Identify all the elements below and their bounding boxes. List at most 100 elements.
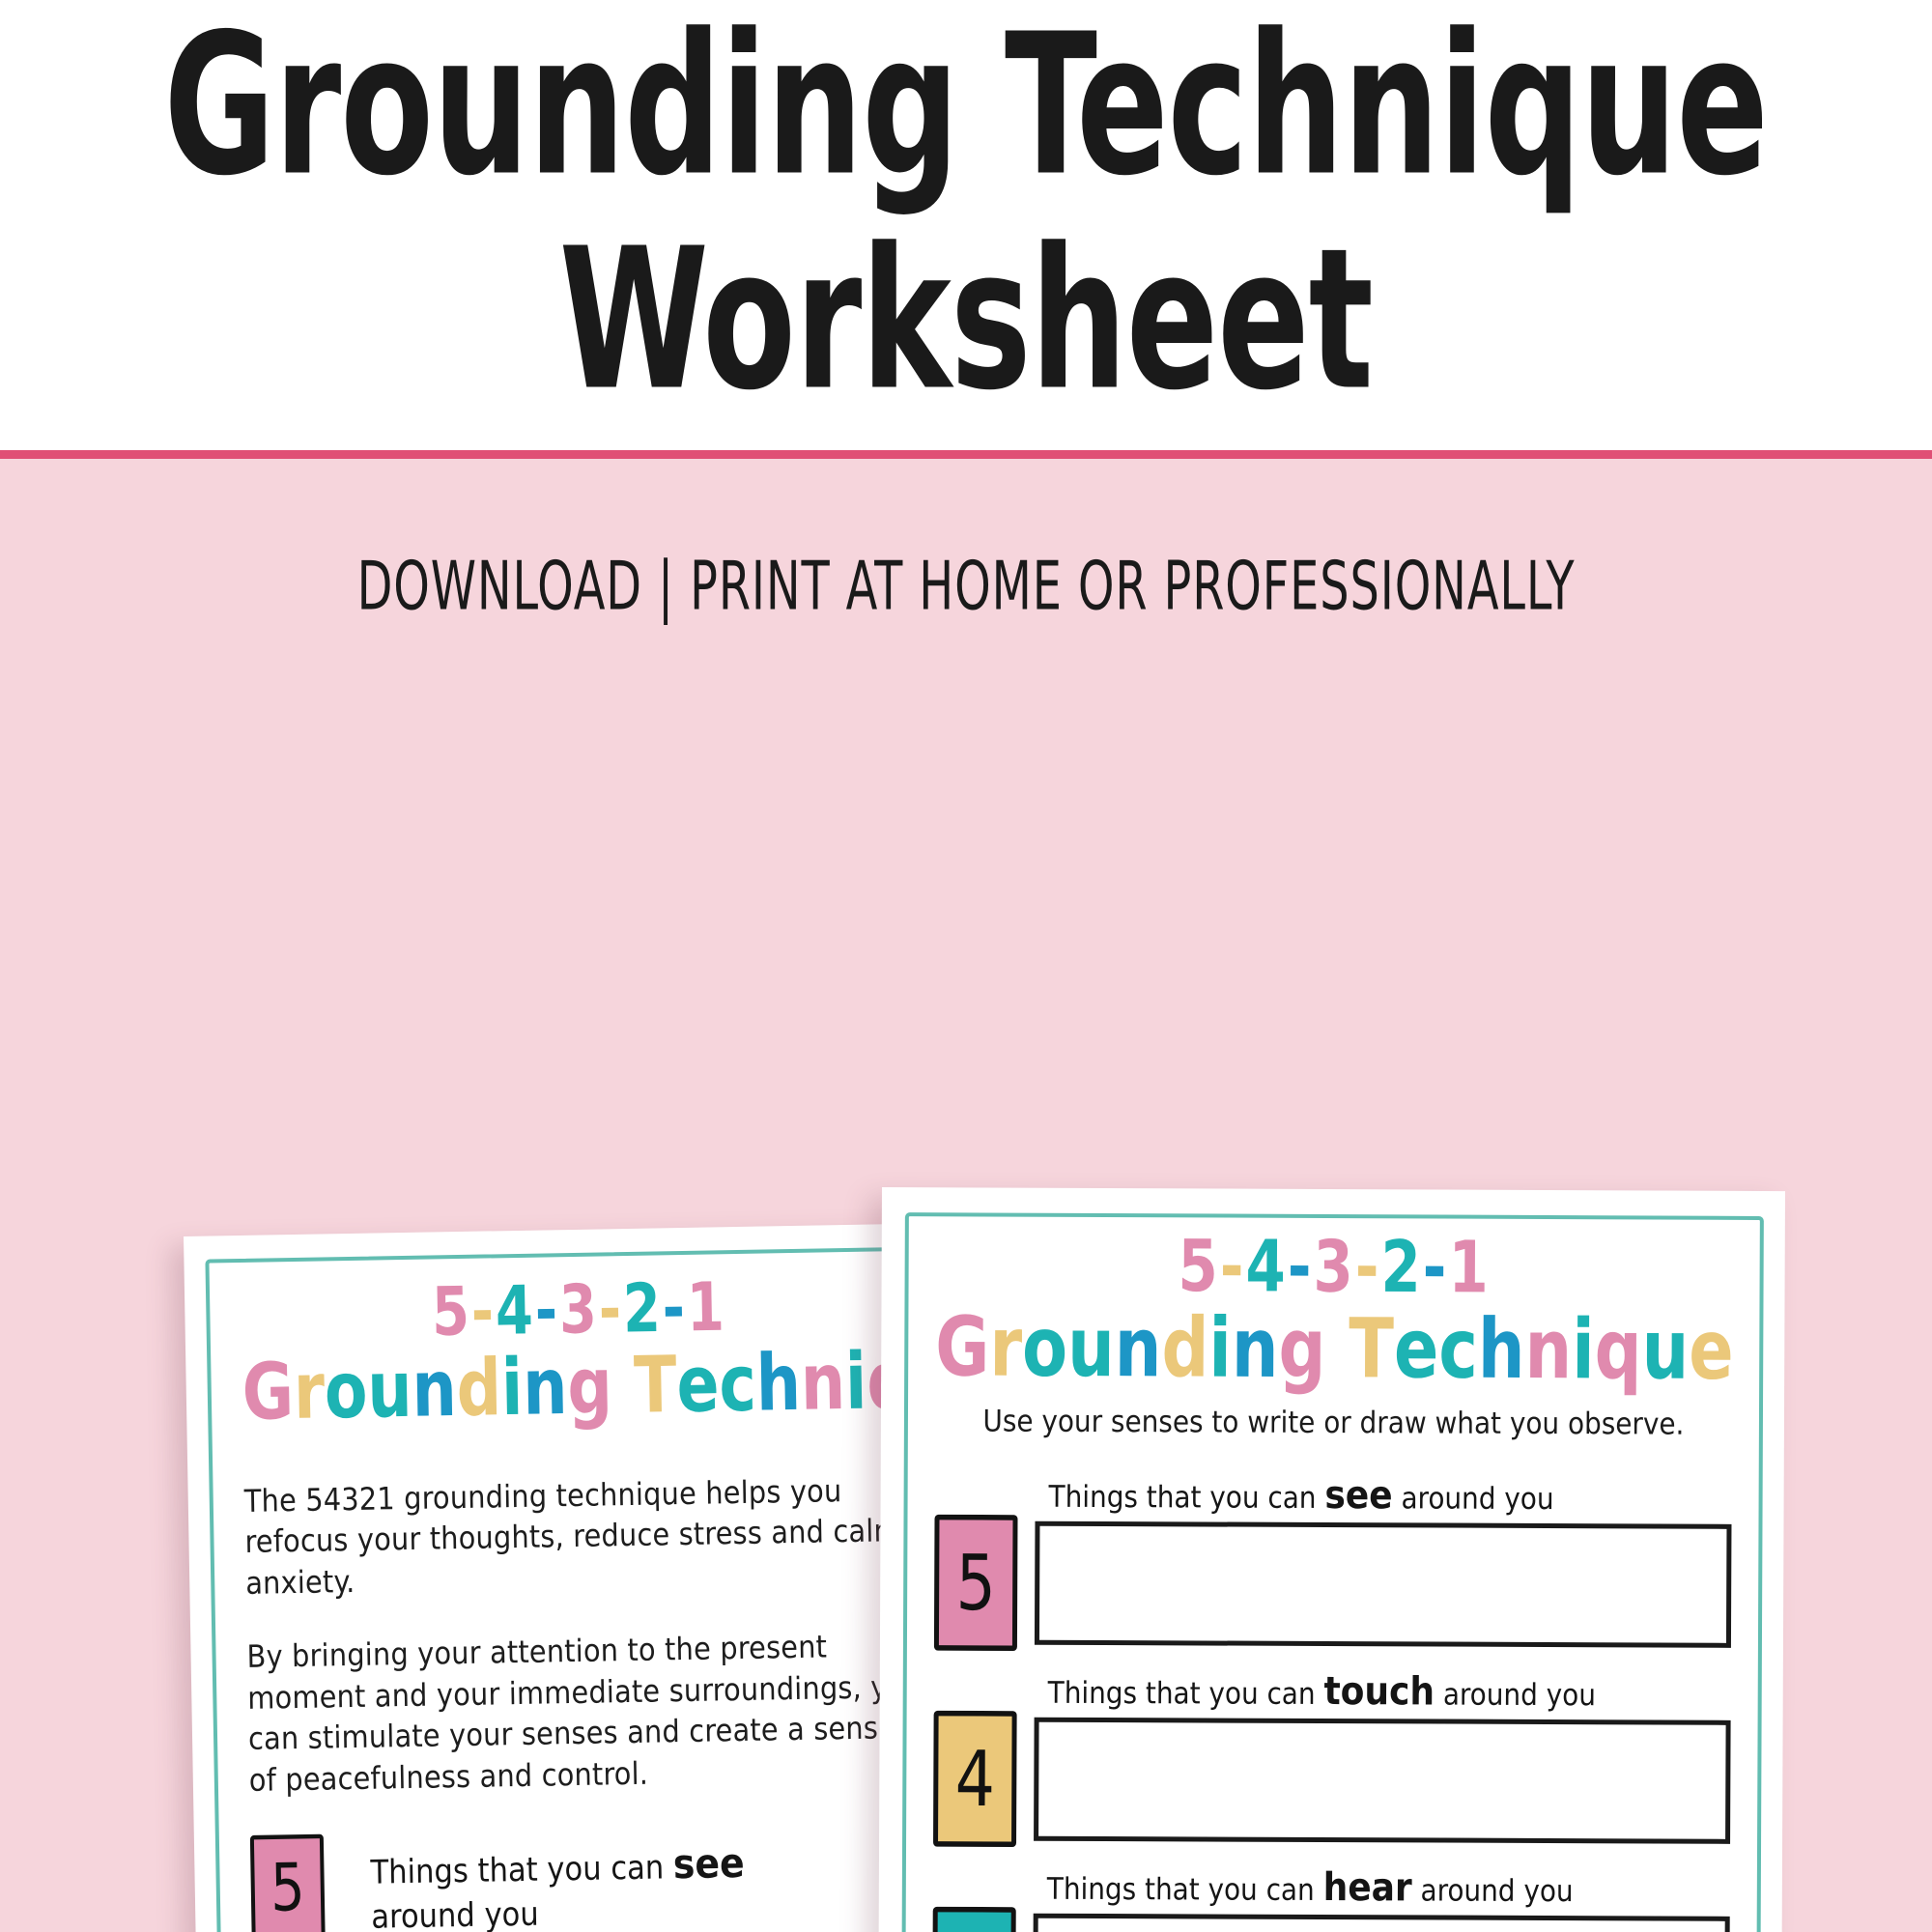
front-subtitle: Use your senses to write or draw what yo… xyxy=(982,1404,1685,1442)
front-sense-label-suffix: around you xyxy=(1411,1873,1574,1910)
front-title-letter-glyph: T xyxy=(1349,1299,1395,1397)
back-sense-label-suffix: around you xyxy=(370,1894,540,1932)
front-title-number-glyph: 4 xyxy=(1245,1224,1289,1309)
back-title-letter-glyph: o xyxy=(324,1344,369,1436)
back-title-letter-glyph: i xyxy=(844,1335,868,1427)
front-sense-label-prefix: Things that you can xyxy=(1047,1675,1324,1713)
back-sense-label-sense-word: see xyxy=(672,1838,746,1888)
front-title-letter-glyph: u xyxy=(1066,1298,1116,1396)
back-sense-row: 5 Things that you can see around you xyxy=(249,1828,928,1932)
worksheet-preview-back[interactable]: 5-4-3-2-1 Grounding Technique The 54321 … xyxy=(184,1223,999,1932)
back-title-letter-glyph: d xyxy=(455,1342,502,1435)
front-answer-field[interactable] xyxy=(1034,1520,1732,1648)
front-title-letter-glyph: n xyxy=(1114,1298,1162,1396)
back-title-letter-glyph: r xyxy=(293,1345,326,1436)
front-sense-label-prefix: Things that you can xyxy=(1046,1871,1323,1909)
front-sense-label: Things that you can hear around you xyxy=(1047,1864,1730,1912)
front-number-chip: 5 xyxy=(933,1514,1018,1652)
front-sense-row: Things that you can see around you 5 xyxy=(933,1471,1732,1652)
front-title-number-glyph: 2 xyxy=(1380,1225,1423,1310)
front-sense-row: Things that you can hear around you 3 xyxy=(932,1863,1730,1932)
back-title-letter-glyph xyxy=(611,1344,635,1428)
front-sense-label: Things that you can see around you xyxy=(1049,1472,1732,1520)
front-answer-field[interactable] xyxy=(1034,1717,1731,1844)
back-number-chip: 5 xyxy=(249,1833,326,1932)
front-title-letter-glyph: i xyxy=(1572,1300,1595,1398)
back-title-letter-glyph: h xyxy=(754,1336,802,1429)
front-title-letter-glyph: o xyxy=(1021,1298,1068,1396)
promo-text: DOWNLOAD | PRINT AT HOME OR PROFESSIONAL… xyxy=(356,546,1576,626)
front-title-number-glyph: - xyxy=(1354,1225,1381,1309)
front-title-number-glyph: - xyxy=(1422,1225,1449,1310)
front-title-letter-glyph: e xyxy=(1393,1299,1439,1397)
back-title-letter-glyph: e xyxy=(675,1338,721,1431)
front-title-letter-glyph: g xyxy=(1278,1299,1326,1397)
front-title-letter-glyph: c xyxy=(1438,1300,1479,1397)
front-sense-label: Things that you can touch around you xyxy=(1048,1668,1731,1716)
worksheet-preview-front[interactable]: 5-4-3-2-1 Grounding Technique Use your s… xyxy=(876,1187,1785,1932)
back-title-number-glyph: - xyxy=(598,1268,624,1349)
back-title-letter-glyph: n xyxy=(800,1335,846,1428)
back-title-number-glyph: - xyxy=(662,1267,688,1348)
front-title-letter-glyph: n xyxy=(1231,1299,1279,1397)
front-title-number-glyph: 3 xyxy=(1313,1225,1355,1309)
back-sense-list: 5Things that you can see around you4Thin… xyxy=(249,1828,938,1932)
front-title-letter-glyph: q xyxy=(1594,1300,1642,1398)
front-sense-label-prefix: Things that you can xyxy=(1048,1479,1325,1517)
promo-band: DOWNLOAD | PRINT AT HOME OR PROFESSIONAL… xyxy=(0,459,1932,1932)
header-band: Grounding Technique Worksheet xyxy=(0,0,1932,454)
page-title-line-1: Grounding Technique xyxy=(163,0,1769,219)
front-sense-label-suffix: around you xyxy=(1434,1677,1597,1714)
front-title-numbers: 5-4-3-2-1 xyxy=(935,1224,1732,1310)
front-title-letter-glyph xyxy=(1325,1304,1349,1393)
front-number-chip: 3 xyxy=(932,1906,1016,1932)
front-title-letter-glyph: h xyxy=(1477,1300,1525,1398)
back-title-letter-glyph: i xyxy=(500,1341,525,1434)
back-title-number-glyph: 2 xyxy=(622,1267,664,1349)
back-title-number-glyph: 5 xyxy=(431,1271,472,1351)
back-title-letter-glyph: n xyxy=(522,1340,569,1433)
front-sense-row-body: 3 xyxy=(932,1906,1730,1932)
front-number-chip: 4 xyxy=(933,1710,1017,1848)
back-title-number-glyph: 3 xyxy=(558,1269,600,1350)
front-sense-label-sense-word: touch xyxy=(1323,1669,1435,1715)
back-title-letter-glyph: g xyxy=(566,1340,613,1433)
back-title-letter-glyph: c xyxy=(718,1337,757,1430)
front-title-letter-glyph: d xyxy=(1161,1298,1209,1396)
back-title-words: Grounding Technique xyxy=(241,1333,999,1437)
back-intro-paragraph: By bringing your attention to the presen… xyxy=(246,1628,923,1799)
front-sense-label-suffix: around you xyxy=(1392,1481,1554,1518)
front-sense-row: Things that you can touch around you 4 xyxy=(933,1667,1731,1848)
divider-rule xyxy=(0,450,1932,459)
back-title-letter-glyph: G xyxy=(241,1345,295,1437)
page-title-line-2: Worksheet xyxy=(558,205,1374,434)
front-title-number-glyph: - xyxy=(1287,1225,1314,1309)
back-intro-paragraph: The 54321 grounding technique helps you … xyxy=(243,1471,902,1602)
back-title-letter-glyph: u xyxy=(366,1343,413,1435)
front-title-number-glyph: 1 xyxy=(1448,1225,1491,1310)
front-title-letter-glyph: G xyxy=(935,1297,990,1395)
front-title-words: Grounding Technique xyxy=(935,1297,1734,1399)
front-answer-field[interactable] xyxy=(1033,1913,1730,1932)
front-title-letter-glyph: u xyxy=(1641,1301,1690,1398)
back-title-number-glyph: 4 xyxy=(495,1270,536,1350)
back-title-number-glyph: - xyxy=(470,1270,497,1351)
front-sense-list: Things that you can see around you 5 Thing… xyxy=(930,1471,1732,1932)
front-title-letter-glyph: r xyxy=(989,1298,1023,1395)
front-title-letter-glyph: n xyxy=(1524,1300,1573,1398)
front-sense-label-sense-word: hear xyxy=(1322,1865,1412,1911)
back-title-letter-glyph: n xyxy=(411,1342,458,1435)
front-title-letter-glyph: i xyxy=(1208,1299,1233,1396)
front-sense-row-body: 4 xyxy=(933,1710,1731,1848)
back-title-letter-glyph: T xyxy=(633,1338,678,1431)
back-intro-paragraphs: The 54321 grounding technique helps you … xyxy=(243,1468,925,1801)
back-sense-label: Things that you can see around you xyxy=(370,1836,787,1932)
back-sense-label-prefix: Things that you can xyxy=(370,1847,674,1892)
front-title-number-glyph: - xyxy=(1219,1224,1246,1309)
back-title-number-glyph: 1 xyxy=(686,1266,727,1348)
front-title-letter-glyph: e xyxy=(1689,1301,1734,1399)
back-title-number-glyph: - xyxy=(534,1269,560,1350)
front-sense-row-body: 5 xyxy=(933,1514,1732,1652)
front-title-number-glyph: 5 xyxy=(1178,1224,1221,1309)
front-sense-label-sense-word: see xyxy=(1324,1473,1393,1519)
